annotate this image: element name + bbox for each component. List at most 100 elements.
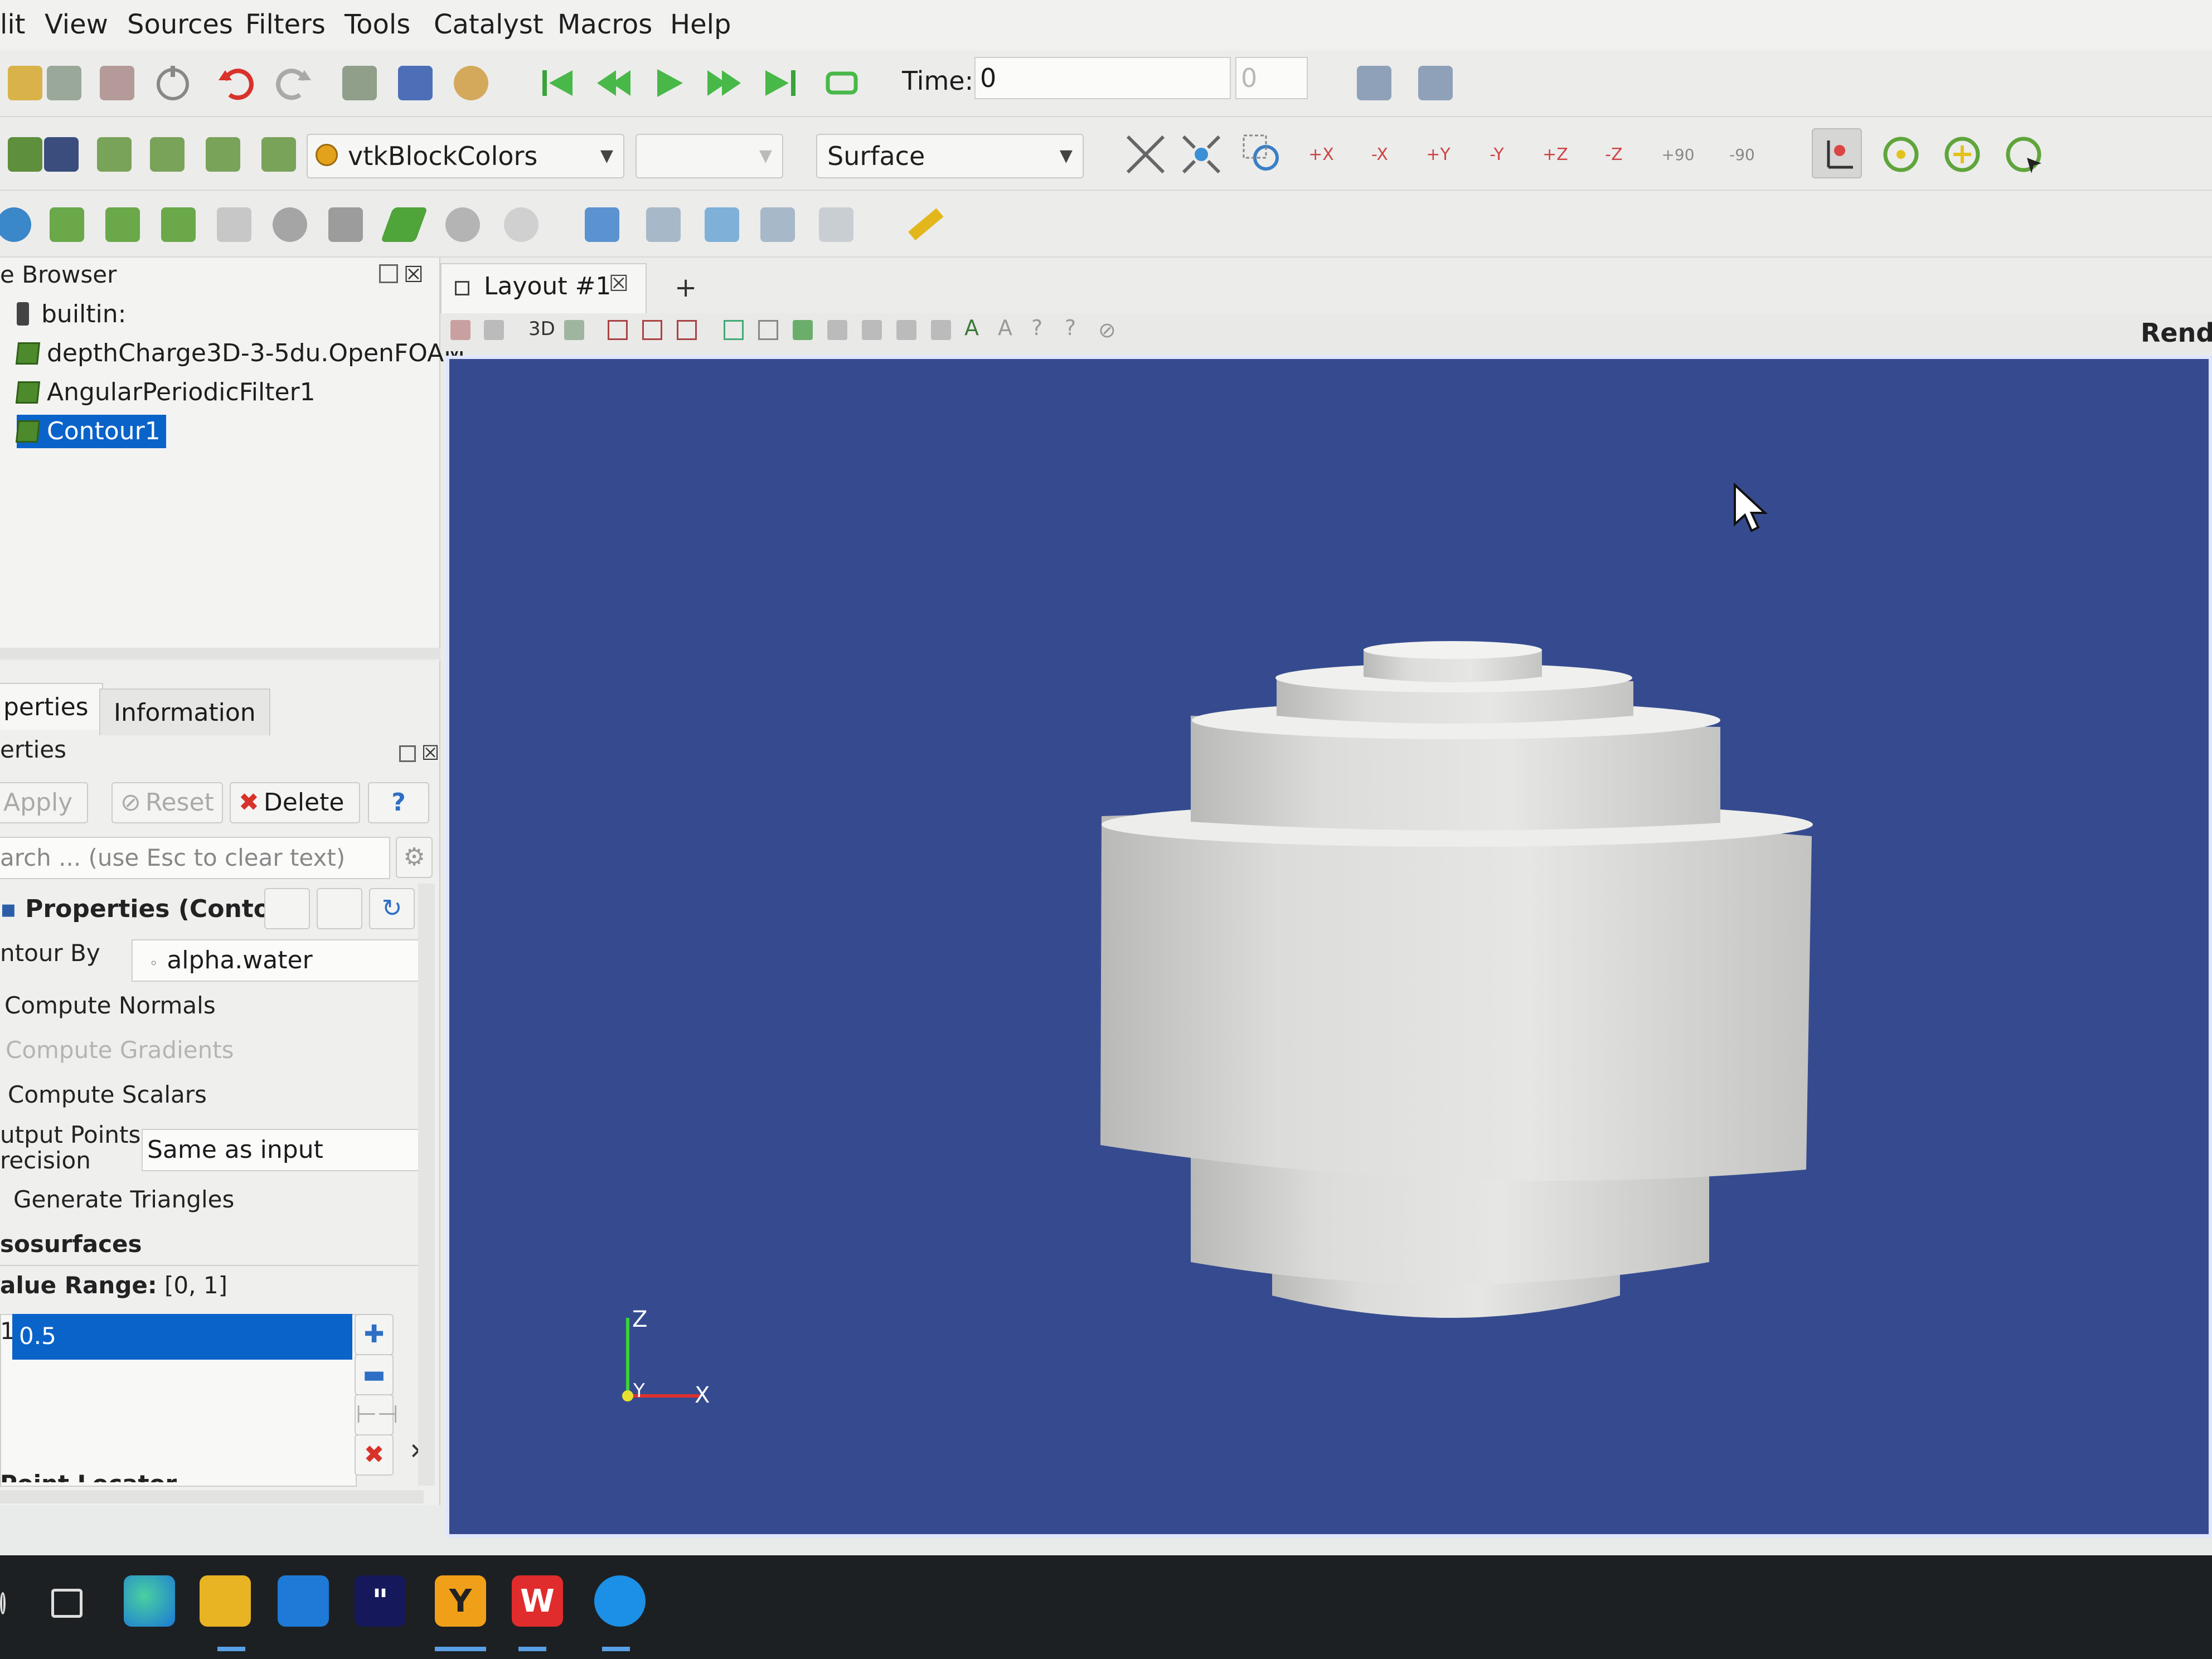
select-cells-icon[interactable] [608, 320, 628, 340]
interactive-select-icon[interactable] [793, 320, 813, 340]
shrink-selection-icon[interactable] [931, 320, 951, 340]
view-plus-x-icon[interactable]: +X [1296, 129, 1346, 180]
render-canvas[interactable]: Z Y X [449, 359, 2209, 1534]
edit-colormap-icon[interactable] [36, 129, 86, 180]
warp-vector-icon[interactable] [438, 200, 488, 250]
point-label-icon[interactable]: A [998, 316, 1012, 340]
clear-selection-icon[interactable]: ⊘ [1098, 318, 1116, 342]
add-value-icon[interactable]: ✚ [355, 1314, 394, 1355]
select-points-through-icon[interactable] [758, 320, 778, 340]
close-dock-icon[interactable]: ☒ [404, 262, 424, 288]
new-layout-button[interactable]: + [675, 272, 697, 303]
pipeline-item-builtin[interactable]: builtin: [17, 298, 126, 331]
orientation-axes-icon[interactable] [1812, 128, 1862, 178]
remove-value-icon[interactable]: ▬ [355, 1354, 394, 1395]
play-icon[interactable] [644, 58, 694, 108]
float-dock-icon[interactable] [379, 264, 398, 283]
time-input[interactable]: 0 [974, 57, 1231, 99]
pipeline-item-angular-periodic-filter[interactable]: AngularPeriodicFilter1 [15, 376, 316, 409]
refresh-icon[interactable]: ↻ [369, 888, 415, 929]
split-horizontal-icon[interactable] [450, 320, 470, 340]
reset-button[interactable]: ⊘ Reset [111, 782, 223, 823]
menu-sources[interactable]: Sources [127, 7, 233, 42]
view-minus-z-icon[interactable]: -Z [1589, 129, 1639, 180]
tab-information[interactable]: Information [99, 688, 270, 735]
menu-edit[interactable]: lit [0, 7, 26, 42]
select-points-icon[interactable] [642, 320, 662, 340]
plot-selection-icon[interactable] [753, 200, 803, 250]
color-by-dropdown[interactable]: vtkBlockColors ▼ [307, 134, 624, 178]
rescale-visible-icon[interactable] [254, 129, 304, 180]
terminal-icon[interactable]: " [355, 1575, 406, 1627]
representation-dropdown[interactable]: Surface ▼ [816, 134, 1084, 178]
delete-button[interactable]: ✖ Delete [230, 782, 360, 823]
reset-session-icon[interactable] [334, 58, 385, 108]
query-icon[interactable]: ? [1031, 316, 1042, 340]
copy-properties-icon[interactable] [264, 888, 310, 929]
pick-center-icon[interactable] [1937, 129, 1987, 180]
loop-icon[interactable] [817, 58, 867, 108]
file-explorer-icon[interactable] [200, 1575, 251, 1627]
add-plugin-icon[interactable] [1410, 58, 1461, 108]
menu-catalyst[interactable]: Catalyst [434, 7, 544, 42]
rotate-minus-90-icon[interactable]: -90 [1717, 129, 1767, 180]
select-frustum-icon[interactable] [677, 320, 697, 340]
hover-points-icon[interactable] [827, 320, 847, 340]
plot-over-line-icon[interactable] [697, 200, 747, 250]
clip-icon[interactable] [98, 200, 148, 250]
close-dock-icon[interactable]: ☒ [421, 742, 439, 765]
wps-office-icon[interactable]: W [512, 1575, 563, 1627]
edge-browser-icon[interactable] [124, 1575, 175, 1627]
edit-plugins-icon[interactable] [1349, 58, 1399, 108]
auto-apply-icon[interactable] [148, 58, 198, 108]
extract-subset-icon[interactable] [265, 200, 315, 250]
component-dropdown[interactable]: ▼ [636, 134, 783, 178]
view-plus-z-icon[interactable]: +Z [1530, 129, 1580, 180]
last-frame-icon[interactable] [755, 58, 806, 108]
tab-properties[interactable]: perties [0, 683, 103, 730]
pipeline-item-contour[interactable]: Contour1 [15, 415, 166, 448]
add-range-icon[interactable]: ⊢⊣ [355, 1394, 399, 1435]
compute-scalars-checkbox[interactable]: Compute Scalars [8, 1081, 207, 1108]
float-dock-icon[interactable] [399, 745, 416, 762]
previous-frame-icon[interactable] [588, 58, 638, 108]
grow-selection-icon[interactable] [896, 320, 916, 340]
remove-all-icon[interactable]: ✖ [355, 1434, 394, 1476]
group-datasets-icon[interactable] [496, 200, 546, 250]
isovalue-row[interactable]: 0.5 [12, 1314, 352, 1360]
view-plus-y-icon[interactable]: +Y [1413, 129, 1463, 180]
rescale-temporal-icon[interactable] [198, 129, 248, 180]
rotate-plus-90-icon[interactable]: +90 [1653, 129, 1703, 180]
ruler-icon[interactable] [900, 200, 950, 250]
stream-tracer-icon[interactable] [379, 200, 429, 250]
disconnect-icon[interactable] [92, 58, 142, 108]
advanced-gear-icon[interactable]: ⚙ [396, 837, 433, 878]
connect-icon[interactable] [39, 58, 89, 108]
contour-icon[interactable] [42, 200, 92, 250]
browser-app-icon[interactable] [594, 1575, 646, 1627]
horizontal-scrollbar[interactable] [0, 1490, 424, 1503]
render-view[interactable]: Z Y X [446, 356, 2212, 1537]
generate-triangles-checkbox[interactable]: Generate Triangles [13, 1186, 234, 1213]
first-frame-icon[interactable] [532, 58, 583, 108]
menu-view[interactable]: View [45, 7, 108, 42]
find-data-icon[interactable] [390, 58, 440, 108]
task-view-icon[interactable] [51, 1589, 83, 1618]
plot-over-time-icon[interactable] [638, 200, 688, 250]
extract-level-icon[interactable] [577, 200, 627, 250]
view-minus-y-icon[interactable]: -Y [1472, 129, 1522, 180]
palette-icon[interactable] [446, 58, 496, 108]
interactive-center-icon[interactable] [1998, 129, 2049, 180]
store-icon[interactable] [278, 1575, 329, 1627]
calculator-icon[interactable] [0, 200, 39, 250]
menu-tools[interactable]: Tools [345, 7, 410, 42]
compute-gradients-checkbox[interactable]: Compute Gradients [6, 1036, 234, 1064]
glyph-icon[interactable] [321, 200, 371, 250]
hover-cells-icon[interactable] [862, 320, 882, 340]
select-cells-through-icon[interactable] [724, 320, 744, 340]
find-data-icon[interactable]: ? [1065, 316, 1076, 340]
tab-layout-1[interactable]: Layout #1 ☒ [440, 263, 647, 313]
axes-grid-icon[interactable] [811, 200, 861, 250]
reset-camera-icon[interactable] [1120, 129, 1171, 180]
vertical-scrollbar[interactable] [418, 884, 435, 1486]
